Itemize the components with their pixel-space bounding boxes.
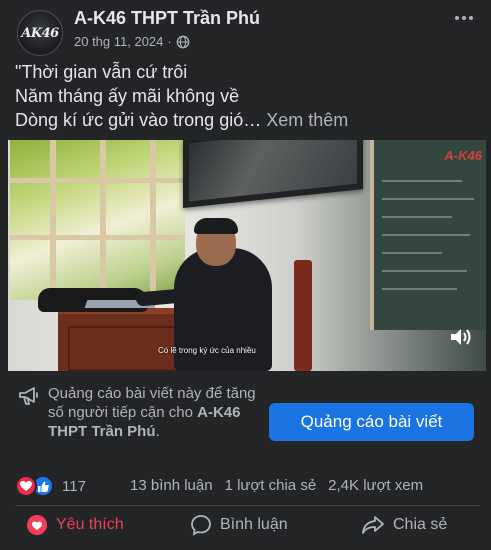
page-name-link[interactable]: A-K46 THPT Trần Phú — [74, 8, 260, 29]
post-card: AK46 A-K46 THPT Trần Phú 20 thg 11, 2024… — [8, 0, 486, 550]
share-icon — [362, 516, 384, 534]
megaphone-icon — [19, 387, 38, 405]
chair — [294, 260, 312, 371]
post-date[interactable]: 20 thg 11, 2024 — [74, 34, 163, 49]
volume-icon — [451, 329, 471, 345]
heart-icon — [27, 515, 47, 535]
promo-message: Quảng cáo bài viết này để tăng số người … — [48, 385, 256, 440]
comment-label: Bình luận — [220, 516, 288, 533]
page-avatar[interactable]: AK46 — [17, 10, 63, 56]
reactions-summary[interactable]: 117 — [15, 475, 86, 497]
avatar-logo-text: AK46 — [21, 25, 59, 41]
comment-button[interactable]: Bình luận — [190, 512, 288, 538]
caption-line: Năm tháng ấy mãi không về — [15, 86, 240, 106]
meta-separator: · — [167, 34, 172, 49]
comment-icon — [191, 515, 211, 536]
comment-count-link[interactable]: 13 bình luận — [130, 477, 213, 494]
video-subtitle: Có lẽ trong ký ức của nhiều — [158, 346, 256, 355]
more-horizontal-icon — [455, 16, 459, 20]
share-label: Chia sẻ — [393, 516, 448, 533]
classroom-window — [10, 140, 185, 300]
engagement-stats: 13 bình luận 1 lượt chia sẻ 2,4K lượt xe… — [130, 477, 423, 494]
reaction-count: 117 — [62, 477, 86, 495]
love-button[interactable]: Yêu thích — [26, 512, 124, 538]
caption-line: "Thời gian vẫn cứ trôi — [15, 62, 188, 82]
view-count: 2,4K lượt xem — [328, 477, 424, 494]
post-caption: "Thời gian vẫn cứ trôi Năm tháng ấy mãi … — [15, 60, 480, 132]
actions-divider — [15, 505, 480, 506]
board-watermark: A-K46 — [444, 148, 482, 163]
globe-icon[interactable] — [176, 35, 190, 49]
share-button[interactable]: Chia sẻ — [361, 512, 447, 538]
video-player[interactable]: A-K46 Có lẽ trong ký ức của nhiều — [8, 140, 486, 371]
heart-icon — [15, 475, 37, 497]
volume-button[interactable] — [448, 325, 474, 349]
love-label: Yêu thích — [56, 516, 124, 533]
chalkboard: A-K46 — [370, 140, 486, 330]
more-options-button[interactable] — [450, 8, 478, 28]
see-more-link[interactable]: Xem thêm — [266, 110, 348, 130]
caption-line: Dòng kí ức gửi vào trong gió… Xem thêm — [15, 110, 349, 130]
boost-post-button[interactable]: Quảng cáo bài viết — [269, 403, 474, 441]
post-meta: 20 thg 11, 2024 · — [74, 34, 190, 49]
share-count-link[interactable]: 1 lượt chia sẻ — [225, 477, 317, 494]
